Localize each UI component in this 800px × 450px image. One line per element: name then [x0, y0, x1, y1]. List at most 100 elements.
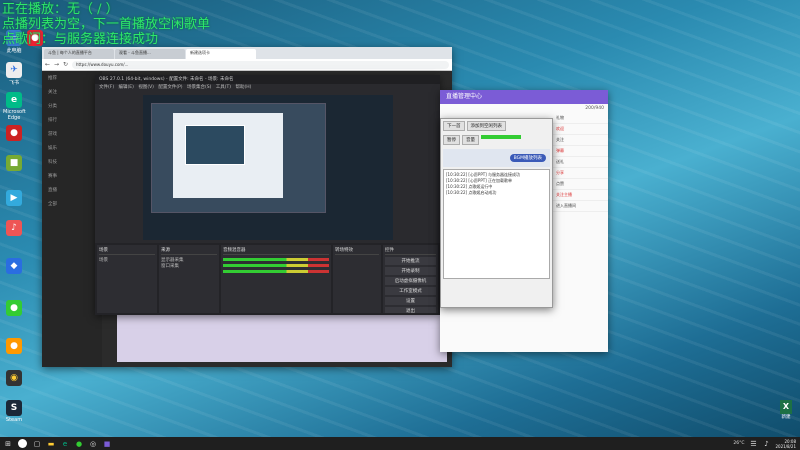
stream-banner: [117, 312, 447, 362]
volume-icon[interactable]: ♪: [762, 440, 770, 448]
app-icon: ◉: [6, 370, 22, 386]
browser-tab[interactable]: 观看 - 斗鱼直播...: [115, 49, 185, 59]
task-view-icon[interactable]: ▢: [33, 440, 41, 448]
list-item: 进入直播间: [552, 201, 608, 212]
address-bar: ← → ↻ https://www.douyu.com/...: [42, 59, 452, 71]
sidebar-item[interactable]: 科技: [42, 155, 102, 169]
feishu-icon: ✈: [6, 62, 22, 78]
network-icon[interactable]: ☰: [749, 440, 757, 448]
desktop-icon[interactable]: ●: [3, 125, 25, 142]
browser-tab[interactable]: 新建选项卡: [186, 49, 256, 59]
wechat-icon[interactable]: ●: [75, 440, 83, 448]
obs-window: OBS 27.0.1 (64-bit, windows) - 配置文件: 未命名…: [95, 75, 440, 315]
file-explorer-icon[interactable]: ▬: [47, 440, 55, 448]
weather-temp[interactable]: 26°C: [733, 441, 744, 446]
app-icon[interactable]: ■: [103, 440, 111, 448]
add-idle-button[interactable]: 添加到空闲列表: [466, 121, 506, 131]
sidebar-item[interactable]: 关注: [42, 85, 102, 99]
live-manager-title: 直播管理中心: [440, 90, 608, 104]
scenes-panel: 场景 场景: [97, 245, 157, 313]
obs-titlebar: OBS 27.0.1 (64-bit, windows) - 配置文件: 未命名…: [95, 75, 440, 84]
source-item[interactable]: 窗口采集: [161, 263, 217, 269]
desktop-icon[interactable]: S Steam: [3, 400, 25, 423]
desktop-icon[interactable]: ■: [3, 155, 25, 172]
controls-panel: 控件 开始推流 开始录制 启动虚拟摄像机 工作室模式 设置 退出: [383, 245, 438, 313]
list-item: 欢迎: [552, 124, 608, 135]
exit-button[interactable]: 退出: [385, 307, 436, 313]
studio-mode-button[interactable]: 工作室模式: [385, 287, 436, 295]
audio-meter: [223, 270, 329, 273]
obs-preview: [143, 95, 393, 240]
song-request-tool: 下一首 添加到空闲列表 暂停 音量 BGM播放列表 [10:30:22] [心愿…: [440, 118, 553, 308]
desktop-icon[interactable]: ◉: [3, 370, 25, 387]
back-icon[interactable]: ←: [45, 61, 51, 68]
event-list: 礼物 欢迎 关注 弹幕 送礼 分享 点赞 关注主播 进入直播间: [552, 113, 608, 212]
excel-icon: X: [780, 400, 792, 414]
settings-button[interactable]: 设置: [385, 297, 436, 305]
desktop-icon[interactable]: X 新建: [778, 400, 794, 420]
forward-icon[interactable]: →: [54, 61, 60, 68]
desktop-icon[interactable]: ♪: [3, 220, 25, 237]
audio-meter: [223, 258, 329, 261]
steam-icon: S: [6, 400, 22, 416]
url-input[interactable]: https://www.douyu.com/...: [72, 60, 449, 69]
sidebar-item[interactable]: 推荐: [42, 71, 102, 85]
search-icon[interactable]: [18, 439, 27, 448]
song-request-overlay: 正在播放：无（ / ） 点播列表为空，下一首播放空闲歌单 点歌门：与服务器连接成…: [2, 2, 210, 47]
mixer-panel: 音频混音器: [221, 245, 331, 313]
edge-icon: e: [6, 92, 22, 108]
pause-button[interactable]: 暂停: [443, 135, 460, 145]
now-playing-text: 正在播放：无（ / ）: [2, 2, 119, 17]
transitions-panel: 转场特效: [333, 245, 381, 313]
start-icon[interactable]: ⊞: [4, 440, 12, 448]
scene-item[interactable]: 场景: [99, 257, 155, 263]
app-icon: ■: [6, 155, 22, 171]
desktop-icon[interactable]: ●: [3, 338, 25, 355]
bgm-list-button[interactable]: BGM播放列表: [509, 154, 546, 162]
player-icon: ▶: [6, 190, 22, 206]
desktop-icon[interactable]: e Microsoft Edge: [3, 92, 26, 121]
server-status-text: 点歌门：与服务器连接成功: [2, 32, 159, 47]
tool-toolbar: 暂停 音量: [441, 133, 552, 147]
playlist-status-text: 点播列表为空，下一首播放空闲歌单: [2, 17, 211, 32]
list-item: 分享: [552, 168, 608, 179]
sidebar-item[interactable]: 排行: [42, 113, 102, 127]
browser-tab[interactable]: 斗鱼 | 每个人的直播平台: [44, 49, 114, 59]
sidebar-item[interactable]: 娱乐: [42, 141, 102, 155]
volume-button[interactable]: 音量: [462, 135, 479, 145]
system-tray: 26°C ☰ ♪ 20:08 2021/8/21: [733, 439, 796, 449]
volume-bar[interactable]: [481, 135, 521, 139]
browser-tabs: 斗鱼 | 每个人的直播平台 观看 - 斗鱼直播... 新建选项卡: [42, 47, 452, 59]
app-icon: ●: [6, 300, 22, 316]
obs-icon[interactable]: ◎: [89, 440, 97, 448]
taskbar: ⊞ ▢ ▬ e ● ◎ ■ 26°C ☰ ♪ 20:08 2021/8/21: [0, 437, 800, 450]
refresh-icon[interactable]: ↻: [63, 61, 69, 68]
list-item: 点赞: [552, 179, 608, 190]
list-item: 礼物: [552, 113, 608, 124]
app-icon: ●: [6, 125, 22, 141]
viewer-count: 200/940: [585, 106, 604, 111]
start-recording-button[interactable]: 开始录制: [385, 267, 436, 275]
edge-icon[interactable]: e: [61, 440, 69, 448]
list-item: 弹幕: [552, 146, 608, 157]
obs-dock: 场景 场景 来源 显示器采集 窗口采集 音频混音器 转场特效 控件 开始推流 开…: [95, 243, 440, 315]
log-line: [10:30:22] 点歌姬启动成功: [446, 190, 497, 195]
clock[interactable]: 20:08 2021/8/21: [775, 439, 796, 449]
desktop-icon[interactable]: ✈ 飞书: [3, 62, 25, 86]
virtual-camera-button[interactable]: 启动虚拟摄像机: [385, 277, 436, 285]
next-song-button[interactable]: 下一首: [443, 121, 465, 131]
desktop-icon[interactable]: ◆: [3, 258, 25, 275]
sidebar-item[interactable]: 分类: [42, 99, 102, 113]
desktop-icon[interactable]: ●: [3, 300, 25, 317]
desktop-icon[interactable]: ▶: [3, 190, 25, 207]
start-streaming-button[interactable]: 开始推流: [385, 257, 436, 265]
sidebar-item[interactable]: 赛事: [42, 169, 102, 183]
app-icon: ●: [6, 338, 22, 354]
list-item: 送礼: [552, 157, 608, 168]
obs-menubar[interactable]: 文件(F) 编辑(E) 视图(V) 配置文件(P) 场景集合(S) 工具(T) …: [95, 84, 440, 92]
preview-capture: [185, 125, 245, 165]
sidebar-item[interactable]: 直播: [42, 183, 102, 197]
sidebar-item[interactable]: 全部: [42, 197, 102, 211]
sidebar-item[interactable]: 游戏: [42, 127, 102, 141]
list-item: 关注主播: [552, 190, 608, 201]
